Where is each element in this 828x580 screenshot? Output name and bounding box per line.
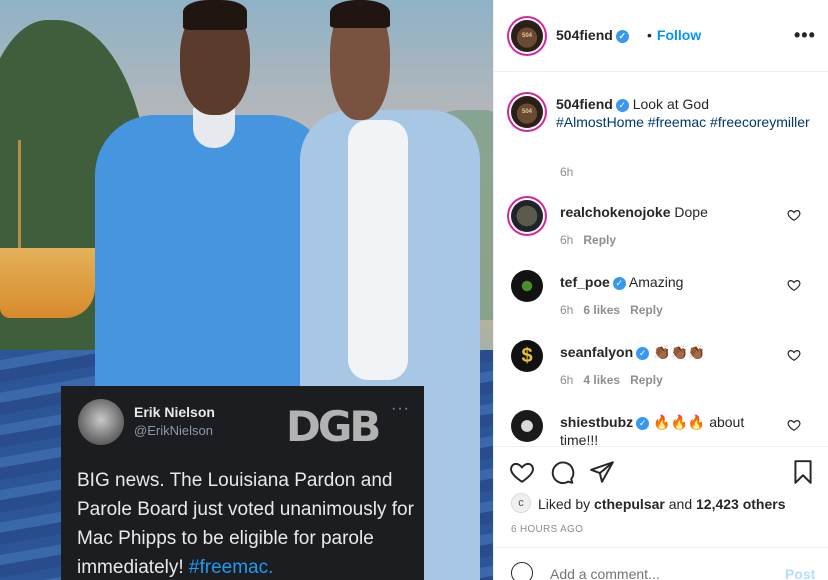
comment-avatar[interactable] xyxy=(511,270,543,302)
comment: $ seanfalyon ✓ 👏🏾👏🏾👏🏾 6h 4 likes Reply xyxy=(494,340,828,400)
like-comment-heart-icon[interactable] xyxy=(787,348,801,362)
tweet-overlay: Erik Nielson @ErikNielson DGB ··· BIG ne… xyxy=(61,386,424,580)
liker-avatar[interactable]: c xyxy=(511,493,531,513)
mural-boat xyxy=(0,248,95,318)
reply-button[interactable]: Reply xyxy=(630,373,663,387)
comment-meta: 6h 4 likes Reply xyxy=(560,373,673,387)
comment-username[interactable]: realchokenojoke xyxy=(560,204,671,220)
person-left xyxy=(95,0,330,415)
comment-avatar[interactable]: $ xyxy=(511,340,543,372)
comment-likes[interactable]: 4 likes xyxy=(583,373,620,387)
post-timestamp: 6 HOURS AGO xyxy=(511,524,584,535)
follow-button[interactable]: • Follow xyxy=(647,27,701,43)
caption: 504fiend ✓ Look at God #AlmostHome #freem… xyxy=(556,95,821,131)
add-comment-bar: Post xyxy=(494,547,828,580)
post-panel: 504 504fiend ✓ • Follow ••• 504 504fiend ✓ … xyxy=(493,0,828,580)
verified-badge-icon: ✓ xyxy=(615,29,629,43)
caption-username[interactable]: 504fiend xyxy=(556,96,613,112)
comment: shiestbubz ✓ 🔥🔥🔥 about time!!! xyxy=(494,410,828,446)
post-image[interactable]: Erik Nielson @ErikNielson DGB ··· BIG ne… xyxy=(0,0,493,580)
caption-time: 6h xyxy=(560,165,574,179)
comment-time: 6h xyxy=(560,373,574,387)
verified-badge-icon: ✓ xyxy=(636,346,650,360)
comment-avatar[interactable] xyxy=(511,410,543,442)
tweet-hashtag: #freemac. xyxy=(188,557,274,578)
like-comment-heart-icon[interactable] xyxy=(787,278,801,292)
comment-meta: 6h Reply xyxy=(560,233,626,247)
mural-mast xyxy=(18,140,21,260)
comment-text: realchokenojoke Dope xyxy=(560,204,708,220)
caption-avatar[interactable]: 504 xyxy=(511,96,543,128)
verified-badge-icon: ✓ xyxy=(636,416,650,430)
comment-username[interactable]: seanfalyon xyxy=(560,344,633,360)
comment-username[interactable]: tef_poe xyxy=(560,274,610,290)
liked-by-text: Liked by cthepulsar and 12,423 others xyxy=(538,496,786,512)
post-comment-button[interactable]: Post xyxy=(785,566,815,580)
tweet-author-name: Erik Nielson xyxy=(134,404,215,420)
comment-time: 6h xyxy=(560,303,574,317)
comment-meta: 6h 6 likes Reply xyxy=(560,303,673,317)
separator-dot: • xyxy=(647,27,652,43)
tweet-avatar xyxy=(78,399,124,445)
caption-hashtags[interactable]: #AlmostHome #freemac #freecoreymiller xyxy=(556,114,810,130)
liked-by-others[interactable]: 12,423 others xyxy=(696,496,786,512)
verified-badge-icon: ✓ xyxy=(612,276,626,290)
comment-text: seanfalyon ✓ 👏🏾👏🏾👏🏾 xyxy=(560,344,706,360)
save-bookmark-icon[interactable] xyxy=(790,459,816,485)
reply-button[interactable]: Reply xyxy=(583,233,616,247)
author-avatar[interactable]: 504 xyxy=(511,20,543,52)
share-send-icon[interactable] xyxy=(589,459,615,485)
dgb-logo: DGB xyxy=(286,402,381,451)
comment-username[interactable]: shiestbubz xyxy=(560,414,633,430)
comment-text: tef_poe ✓ Amazing xyxy=(560,274,684,290)
tweet-more-icon: ··· xyxy=(391,400,410,417)
liked-by-user[interactable]: cthepulsar xyxy=(594,496,665,512)
comment: tef_poe ✓ Amazing 6h 6 likes Reply xyxy=(494,270,828,330)
like-heart-icon[interactable] xyxy=(509,459,535,485)
comment: realchokenojoke Dope 6h Reply xyxy=(494,200,828,260)
add-comment-input[interactable] xyxy=(550,566,780,580)
reply-button[interactable]: Reply xyxy=(630,303,663,317)
post-header: 504 504fiend ✓ • Follow ••• xyxy=(494,0,828,72)
verified-badge-icon: ✓ xyxy=(615,98,629,112)
like-comment-heart-icon[interactable] xyxy=(787,418,801,432)
tweet-text: BIG news. The Louisiana Pardon and Parol… xyxy=(77,470,414,578)
like-comment-heart-icon[interactable] xyxy=(787,208,801,222)
emoji-icon[interactable] xyxy=(511,562,533,580)
comment-bubble-icon[interactable] xyxy=(549,459,575,485)
comment-avatar[interactable] xyxy=(511,200,543,232)
tweet-author-handle: @ErikNielson xyxy=(134,423,213,438)
comment-time: 6h xyxy=(560,233,574,247)
comment-likes[interactable]: 6 likes xyxy=(583,303,620,317)
caption-text: Look at God xyxy=(632,96,709,112)
more-options-icon[interactable]: ••• xyxy=(794,25,816,46)
comment-text: shiestbubz ✓ 🔥🔥🔥 about time!!! xyxy=(560,414,745,446)
post-actions: c Liked by cthepulsar and 12,423 others … xyxy=(494,446,828,546)
author-username[interactable]: 504fiend ✓ xyxy=(556,27,629,43)
